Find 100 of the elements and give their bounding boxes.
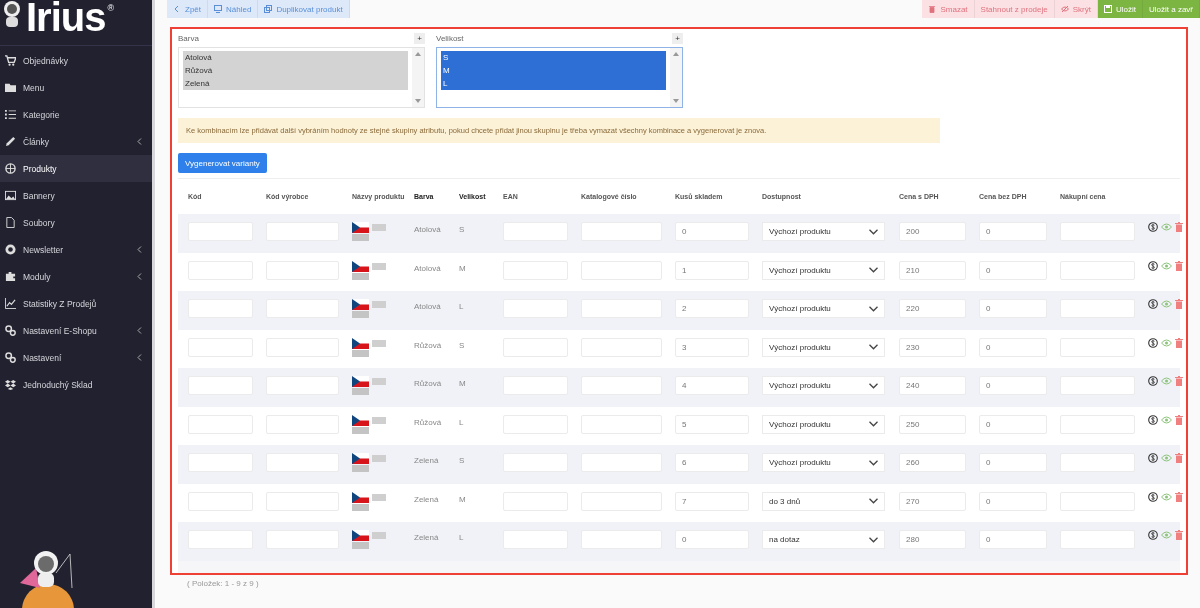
add-button[interactable]: + xyxy=(414,33,425,44)
scrollbar[interactable] xyxy=(412,48,424,107)
table-cell-text: M xyxy=(459,493,467,504)
trash-icon[interactable] xyxy=(1175,222,1183,232)
dollar-circle-icon[interactable] xyxy=(1148,453,1158,463)
availability-select[interactable]: Výchozí produktu xyxy=(762,414,885,434)
sidebar-item[interactable]: Menu xyxy=(0,74,152,101)
trash-icon[interactable] xyxy=(1175,414,1183,425)
trash-icon[interactable] xyxy=(1175,299,1183,309)
toolbar-button[interactable]: Zpět xyxy=(167,0,208,18)
sidebar-item[interactable]: Moduly xyxy=(0,263,152,290)
stock-input[interactable]: 5 xyxy=(675,414,749,434)
sidebar-item[interactable]: Kategorie xyxy=(0,101,152,128)
scrollbar[interactable] xyxy=(670,48,682,107)
availability-select[interactable]: Výchozí produktu xyxy=(762,337,885,357)
toolbar-button[interactable]: Stahnout z prodeje xyxy=(974,0,1055,18)
dollar-circle-icon[interactable] xyxy=(1148,530,1158,540)
scroll-up-arrow-icon[interactable] xyxy=(415,52,421,56)
chevron-down-icon xyxy=(869,267,878,273)
price-with-vat-input[interactable]: 220 xyxy=(899,299,966,318)
sidebar-item[interactable]: Statistiky Z Prodejů xyxy=(0,290,152,317)
list-option[interactable]: M xyxy=(441,64,666,77)
availability-select[interactable]: do 3 dnů xyxy=(762,491,885,511)
price-with-vat-input[interactable]: 280 xyxy=(899,530,966,549)
stock-input[interactable]: 0 xyxy=(675,222,749,241)
dollar-circle-icon[interactable] xyxy=(1148,491,1158,502)
availability-select[interactable]: Výchozí produktu xyxy=(762,376,885,395)
price-with-vat-input[interactable]: 250 xyxy=(899,414,966,434)
cart-icon xyxy=(5,55,16,66)
price-with-vat-input[interactable]: 270 xyxy=(899,491,966,511)
sidebar-item[interactable]: Newsletter xyxy=(0,236,152,263)
multi-select-list[interactable]: S M L xyxy=(436,47,683,108)
sidebar-item[interactable]: Jednoduchý Sklad xyxy=(0,371,152,398)
toolbar-button[interactable]: Skrýt xyxy=(1054,0,1098,18)
stock-input[interactable]: 0 xyxy=(675,530,749,549)
trash-icon[interactable] xyxy=(1175,337,1183,348)
logo[interactable]: Irius xyxy=(26,0,106,34)
list-option[interactable]: Atolová xyxy=(183,51,408,64)
scroll-down-arrow-icon[interactable] xyxy=(415,99,421,103)
stock-input[interactable]: 7 xyxy=(675,491,749,511)
trash-icon[interactable] xyxy=(1175,260,1183,271)
price-with-vat-input[interactable]: 230 xyxy=(899,337,966,357)
price-without-vat-input[interactable]: 0 xyxy=(979,414,1047,434)
table-cell-text: Růžová xyxy=(414,339,443,350)
price-without-vat-input[interactable]: 0 xyxy=(979,376,1047,395)
price-with-vat-input[interactable]: 210 xyxy=(899,260,966,280)
sidebar-item[interactable]: Objednávky xyxy=(0,47,152,74)
sidebar-item[interactable]: Bannery xyxy=(0,182,152,209)
scroll-down-arrow-icon[interactable] xyxy=(673,99,679,103)
chevron-down-icon xyxy=(869,459,878,466)
list-option[interactable]: L xyxy=(441,77,666,90)
sidebar-item[interactable]: Články xyxy=(0,128,152,155)
add-button[interactable]: + xyxy=(672,33,683,44)
list-option[interactable]: Zelená xyxy=(183,77,408,90)
registered-mark: ® xyxy=(107,3,115,13)
price-with-vat-input[interactable]: 200 xyxy=(899,222,966,241)
dollar-circle-icon[interactable] xyxy=(1148,222,1158,232)
price-without-vat-input[interactable]: 0 xyxy=(979,491,1047,511)
generate-variants-button[interactable]: Vygenerovat varianty xyxy=(178,153,267,173)
table-cell-text: Růžová xyxy=(414,378,443,388)
availability-select[interactable]: Výchozí produktu xyxy=(762,222,885,241)
price-without-vat-input[interactable]: 0 xyxy=(979,222,1047,241)
scroll-up-arrow-icon[interactable] xyxy=(673,52,679,56)
list-option[interactable]: Růžová xyxy=(183,64,408,77)
multi-select-list[interactable]: Atolová Růžová Zelená xyxy=(178,47,425,108)
eye-slash-icon xyxy=(1060,5,1069,13)
dollar-circle-icon[interactable] xyxy=(1148,299,1158,309)
stock-input[interactable]: 3 xyxy=(675,337,749,357)
trash-icon[interactable] xyxy=(1175,376,1183,386)
table-cell-text: Atolová xyxy=(414,224,442,234)
price-without-vat-input[interactable]: 0 xyxy=(979,260,1047,280)
dollar-circle-icon[interactable] xyxy=(1148,337,1158,348)
sidebar-item[interactable]: Nastavení E-Shopu xyxy=(0,317,152,344)
availability-select[interactable]: Výchozí produktu xyxy=(762,299,885,318)
price-without-vat-input[interactable]: 0 xyxy=(979,530,1047,549)
price-without-vat-input[interactable]: 0 xyxy=(979,299,1047,318)
stock-input[interactable]: 2 xyxy=(675,299,749,318)
stock-input[interactable]: 1 xyxy=(675,260,749,280)
price-with-vat-input[interactable]: 260 xyxy=(899,453,966,472)
sidebar-item[interactable]: Nastavení xyxy=(0,344,152,371)
stock-input[interactable]: 6 xyxy=(675,453,749,472)
trash-icon[interactable] xyxy=(1175,491,1183,502)
dollar-circle-icon[interactable] xyxy=(1148,376,1158,386)
stock-input[interactable]: 4 xyxy=(675,376,749,395)
price-without-vat-input[interactable]: 0 xyxy=(979,453,1047,472)
list-option[interactable]: S xyxy=(441,51,666,64)
availability-select[interactable]: na dotaz xyxy=(762,530,885,549)
toolbar-button[interactable]: Náhled xyxy=(208,0,259,18)
toolbar-button[interactable]: Smazat xyxy=(922,0,975,18)
price-with-vat-input[interactable]: 240 xyxy=(899,376,966,395)
availability-select[interactable]: Výchozí produktu xyxy=(762,453,885,472)
sidebar-item[interactable]: Soubory xyxy=(0,209,152,236)
trash-icon[interactable] xyxy=(1175,530,1183,540)
sidebar-item[interactable]: Produkty xyxy=(0,155,152,182)
price-without-vat-input[interactable]: 0 xyxy=(979,337,1047,357)
dollar-circle-icon[interactable] xyxy=(1148,260,1158,271)
toolbar-button[interactable]: Duplikovat produkt xyxy=(258,0,350,18)
availability-select[interactable]: Výchozí produktu xyxy=(762,260,885,280)
trash-icon[interactable] xyxy=(1175,453,1183,463)
dollar-circle-icon[interactable] xyxy=(1148,414,1158,425)
